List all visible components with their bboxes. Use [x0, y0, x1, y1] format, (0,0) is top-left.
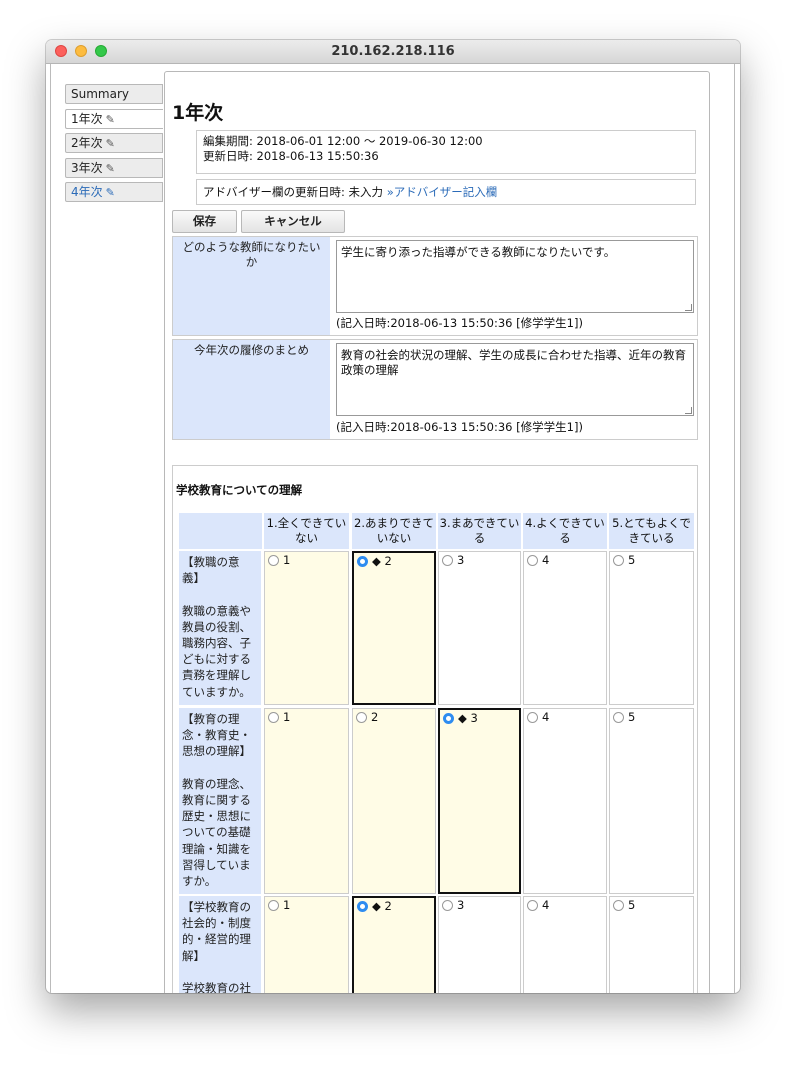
rating-value: 1 — [283, 710, 291, 724]
radio-icon[interactable] — [356, 712, 367, 723]
rating-cell[interactable]: ◆ 3 — [438, 708, 521, 894]
tab-label: Summary — [71, 87, 129, 101]
page-edge-right — [734, 64, 735, 993]
rating-cell[interactable]: 5 — [609, 551, 694, 705]
tab-year-1[interactable]: 1年次 ✎ — [65, 109, 163, 129]
rating-value: 2 — [371, 710, 379, 724]
rating-cell[interactable]: 4 — [523, 708, 607, 894]
rating-cell[interactable]: 1 — [264, 708, 349, 894]
radio-icon[interactable] — [268, 555, 279, 566]
rubric-item-label: 【教職の意義】 教職の意義や教員の役割、職務内容、子どもに対する責務を理解してい… — [179, 551, 261, 705]
rating-cell[interactable]: 3 — [438, 896, 521, 993]
entry-meta: (記入日時:2018-06-13 15:50:36 [修学学生1]) — [336, 316, 583, 330]
answer-text: 教育の社会的状況の理解、学生の成長に合わせた指導、近年の教育政策の理解 — [341, 348, 686, 377]
rubric-item-label: 【教育の理念・教育史・思想の理解】 教育の理念、教育に関する歴史・思想についての… — [179, 708, 261, 894]
browser-window: 210.162.218.116 Summary 1年次 ✎ 2年次 ✎ 3年次 ✎ 4… — [46, 40, 740, 993]
rubric-item-label: 【学校教育の社会的・制度的・経営的理解】 学校教育の社会的・制度的 — [179, 896, 261, 993]
save-button[interactable]: 保存 — [172, 210, 237, 233]
edit-period: 編集期間: 2018-06-01 12:00 〜 2019-06-30 12:0… — [203, 134, 483, 148]
rubric-title: 学校教育についての理解 — [176, 483, 303, 497]
rating-value: 5 — [628, 710, 636, 724]
cancel-button[interactable]: キャンセル — [241, 210, 345, 233]
rating-cell[interactable]: ◆ 2 — [352, 896, 436, 993]
radio-icon[interactable] — [613, 555, 624, 566]
radio-icon[interactable] — [268, 712, 279, 723]
tab-label: 1年次 — [71, 112, 103, 126]
rating-value: 1 — [283, 553, 291, 567]
advisor-info: アドバイザー欄の更新日時: 未入力 »アドバイザー記入欄 — [196, 179, 696, 205]
scale-header: 3.まあできている — [438, 513, 521, 549]
tab-label: 4年次 — [71, 185, 103, 199]
radio-selected-icon[interactable] — [443, 713, 454, 724]
rating-value: ◆ 3 — [458, 711, 478, 725]
rating-value: 5 — [628, 898, 636, 912]
rating-cell[interactable]: 4 — [523, 896, 607, 993]
edit-icon: ✎ — [105, 113, 115, 126]
period-info: 編集期間: 2018-06-01 12:00 〜 2019-06-30 12:0… — [196, 130, 696, 174]
radio-icon[interactable] — [527, 900, 538, 911]
scale-header: 2.あまりできていない — [352, 513, 436, 549]
entry-meta: (記入日時:2018-06-13 15:50:36 [修学学生1]) — [336, 420, 583, 434]
rating-value: 4 — [542, 710, 550, 724]
tab-label: 2年次 — [71, 136, 103, 150]
radio-icon[interactable] — [527, 555, 538, 566]
question-label: どのような教師になりたいか — [173, 237, 330, 335]
radio-selected-icon[interactable] — [357, 901, 368, 912]
resize-handle-icon[interactable] — [685, 407, 692, 414]
rating-value: 3 — [457, 898, 465, 912]
scale-header: 4.よくできている — [523, 513, 607, 549]
rating-cell[interactable]: 3 — [438, 551, 521, 705]
tab-year-3[interactable]: 3年次 ✎ — [65, 158, 163, 178]
page-content: Summary 1年次 ✎ 2年次 ✎ 3年次 ✎ 4年次 ✎ 1年次 編集期間: 20… — [46, 64, 740, 993]
rating-cell[interactable]: ◆ 2 — [352, 551, 436, 705]
updated-at: 更新日時: 2018-06-13 15:50:36 — [203, 149, 379, 163]
question-row: どのような教師になりたいか 学生に寄り添った指導ができる教師になりたいです。 (… — [172, 236, 698, 336]
grid-header-corner — [179, 513, 262, 549]
radio-icon[interactable] — [268, 900, 279, 911]
rating-value: 4 — [542, 898, 550, 912]
page-title: 1年次 — [172, 102, 224, 124]
edit-icon: ✎ — [105, 137, 115, 150]
question-row: 今年次の履修のまとめ 教育の社会的状況の理解、学生の成長に合わせた指導、近年の教… — [172, 339, 698, 440]
page-edge-left — [50, 64, 51, 993]
answer-textarea[interactable]: 教育の社会的状況の理解、学生の成長に合わせた指導、近年の教育政策の理解 — [336, 343, 694, 416]
edit-icon: ✎ — [105, 162, 115, 175]
rating-value: 1 — [283, 898, 291, 912]
scale-header: 5.とてもよくできている — [609, 513, 694, 549]
tab-summary[interactable]: Summary — [65, 84, 163, 104]
rating-value: ◆ 2 — [372, 899, 392, 913]
rating-cell[interactable]: 2 — [352, 708, 436, 894]
title-bar: 210.162.218.116 — [46, 40, 740, 64]
rating-cell[interactable]: 5 — [609, 896, 694, 993]
radio-icon[interactable] — [442, 555, 453, 566]
rating-value: 3 — [457, 553, 465, 567]
resize-handle-icon[interactable] — [685, 304, 692, 311]
answer-textarea[interactable]: 学生に寄り添った指導ができる教師になりたいです。 — [336, 240, 694, 313]
answer-text: 学生に寄り添った指導ができる教師になりたいです。 — [341, 245, 616, 259]
rating-value: 4 — [542, 553, 550, 567]
radio-selected-icon[interactable] — [357, 556, 368, 567]
radio-icon[interactable] — [442, 900, 453, 911]
radio-icon[interactable] — [613, 712, 624, 723]
rating-cell[interactable]: 5 — [609, 708, 694, 894]
advisor-status: アドバイザー欄の更新日時: 未入力 — [203, 185, 384, 199]
question-label: 今年次の履修のまとめ — [173, 340, 330, 439]
edit-icon: ✎ — [105, 186, 115, 199]
advisor-link[interactable]: »アドバイザー記入欄 — [387, 185, 498, 199]
radio-icon[interactable] — [613, 900, 624, 911]
radio-icon[interactable] — [527, 712, 538, 723]
rating-value: ◆ 2 — [372, 554, 392, 568]
window-title: 210.162.218.116 — [331, 44, 455, 59]
tab-year-2[interactable]: 2年次 ✎ — [65, 133, 163, 153]
scale-header: 1.全くできていない — [264, 513, 349, 549]
rating-value: 5 — [628, 553, 636, 567]
tab-label: 3年次 — [71, 161, 103, 175]
rating-cell[interactable]: 1 — [264, 551, 349, 705]
rating-cell[interactable]: 4 — [523, 551, 607, 705]
tab-year-4[interactable]: 4年次 ✎ — [65, 182, 163, 202]
rating-cell[interactable]: 1 — [264, 896, 349, 993]
